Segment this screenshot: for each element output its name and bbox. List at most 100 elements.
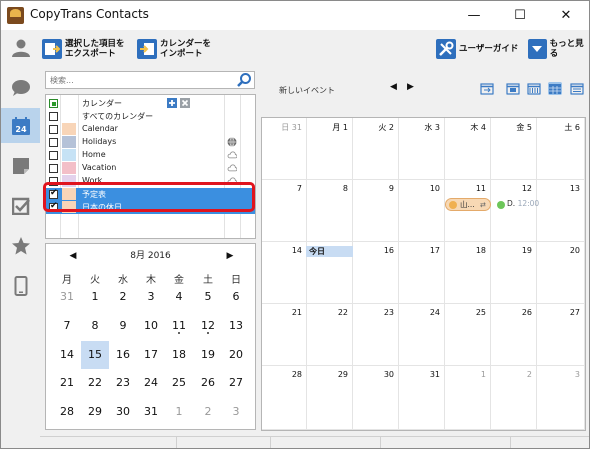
month-day-cell[interactable]: 18 bbox=[445, 242, 491, 304]
month-day-cell[interactable]: 月 1 bbox=[307, 118, 353, 180]
mini-day[interactable]: 20 bbox=[222, 341, 250, 369]
mini-day[interactable]: 30 bbox=[109, 398, 137, 426]
month-day-cell[interactable]: 11 bbox=[445, 180, 491, 242]
mini-day[interactable]: 17 bbox=[137, 341, 165, 369]
mini-day[interactable]: 3 bbox=[222, 398, 250, 426]
day-view-icon[interactable] bbox=[506, 82, 520, 95]
mini-day[interactable]: 12 bbox=[194, 312, 222, 340]
add-calendar-icon[interactable] bbox=[167, 98, 177, 108]
nav-notes[interactable] bbox=[1, 148, 40, 183]
import-button[interactable]: カレンダーを インポート bbox=[137, 34, 211, 64]
calendar-checkbox[interactable] bbox=[49, 125, 58, 134]
new-event-button[interactable]: 新しいイベント bbox=[279, 85, 335, 96]
nav-tasks[interactable] bbox=[1, 188, 40, 223]
month-day-cell[interactable]: 10 bbox=[399, 180, 445, 242]
delete-calendar-icon[interactable] bbox=[180, 98, 190, 108]
month-day-cell[interactable]: 22 bbox=[307, 304, 353, 366]
mini-day[interactable]: 28 bbox=[53, 398, 81, 426]
nav-contacts[interactable] bbox=[1, 30, 40, 65]
mini-day[interactable]: 26 bbox=[194, 369, 222, 397]
mini-day[interactable]: 31 bbox=[53, 283, 81, 311]
mini-day[interactable]: 31 bbox=[137, 398, 165, 426]
user-guide-button[interactable]: ユーザーガイド bbox=[436, 34, 518, 64]
mini-day[interactable]: 7 bbox=[53, 312, 81, 340]
mini-day[interactable]: 13 bbox=[222, 312, 250, 340]
mini-day[interactable]: 23 bbox=[109, 369, 137, 397]
mini-day[interactable]: 15 bbox=[81, 341, 109, 369]
week-view-icon[interactable] bbox=[527, 82, 541, 95]
month-prev-button[interactable]: ◀ bbox=[390, 82, 397, 92]
more-button[interactable]: もっと見る bbox=[528, 34, 589, 64]
mini-day[interactable]: 19 bbox=[194, 341, 222, 369]
mini-day[interactable]: 6 bbox=[222, 283, 250, 311]
month-day-cell[interactable]: 30 bbox=[353, 366, 399, 430]
month-day-cell[interactable]: 3 bbox=[537, 366, 585, 430]
month-next-button[interactable]: ▶ bbox=[407, 82, 414, 92]
month-day-cell[interactable]: 12 bbox=[491, 180, 537, 242]
mini-day[interactable]: 2 bbox=[194, 398, 222, 426]
mini-day[interactable]: 22 bbox=[81, 369, 109, 397]
nav-messages[interactable] bbox=[1, 70, 40, 105]
mini-day[interactable]: 21 bbox=[53, 369, 81, 397]
month-day-cell[interactable]: 土 6 bbox=[537, 118, 585, 180]
nav-favorites[interactable] bbox=[1, 228, 40, 263]
month-day-cell[interactable]: 28 bbox=[262, 366, 307, 430]
month-day-cell[interactable]: 19 bbox=[491, 242, 537, 304]
month-day-cell[interactable]: 20 bbox=[537, 242, 585, 304]
calendar-row[interactable]: Home bbox=[46, 149, 255, 162]
close-button[interactable]: ✕ bbox=[543, 1, 589, 30]
month-day-cell[interactable]: 日 31 bbox=[262, 118, 307, 180]
nav-calendar[interactable]: 24 bbox=[1, 108, 40, 143]
calendar-row[interactable]: Vacation bbox=[46, 162, 255, 175]
month-day-cell[interactable]: 金 5 bbox=[491, 118, 537, 180]
month-day-cell[interactable]: 火 2 bbox=[353, 118, 399, 180]
mini-day[interactable]: 9 bbox=[109, 312, 137, 340]
calendar-row[interactable]: Calendar bbox=[46, 123, 255, 136]
month-day-cell[interactable]: 7 bbox=[262, 180, 307, 242]
mini-day[interactable]: 3 bbox=[137, 283, 165, 311]
mini-day[interactable]: 5 bbox=[194, 283, 222, 311]
search-input[interactable] bbox=[50, 74, 230, 86]
month-day-cell[interactable]: 9 bbox=[353, 180, 399, 242]
nav-device[interactable] bbox=[1, 268, 40, 303]
month-day-cell[interactable]: 17 bbox=[399, 242, 445, 304]
month-day-cell[interactable]: 2 bbox=[491, 366, 537, 430]
mini-day[interactable]: 14 bbox=[53, 341, 81, 369]
month-day-cell[interactable]: 24 bbox=[399, 304, 445, 366]
calendar-row[interactable]: Holidays bbox=[46, 136, 255, 149]
search-icon[interactable] bbox=[236, 72, 252, 88]
month-day-cell[interactable]: 31 bbox=[399, 366, 445, 430]
mini-day[interactable]: 11 bbox=[165, 312, 193, 340]
month-day-cell[interactable]: 16 bbox=[353, 242, 399, 304]
month-day-cell[interactable]: 1 bbox=[445, 366, 491, 430]
mini-day[interactable]: 1 bbox=[81, 283, 109, 311]
header-checkbox[interactable] bbox=[49, 99, 58, 108]
month-day-cell[interactable]: 水 3 bbox=[399, 118, 445, 180]
list-view-icon[interactable] bbox=[570, 82, 584, 95]
month-day-cell[interactable]: 23 bbox=[353, 304, 399, 366]
mini-day[interactable]: 29 bbox=[81, 398, 109, 426]
all-calendars-checkbox[interactable] bbox=[49, 112, 58, 121]
export-button[interactable]: 選択した項目を エクスポート bbox=[42, 34, 125, 64]
mini-day[interactable]: 10 bbox=[137, 312, 165, 340]
month-day-cell[interactable]: 25 bbox=[445, 304, 491, 366]
mini-day[interactable]: 4 bbox=[165, 283, 193, 311]
mini-day[interactable]: 1 bbox=[165, 398, 193, 426]
calendar-checkbox[interactable] bbox=[49, 138, 58, 147]
month-day-cell[interactable]: 29 bbox=[307, 366, 353, 430]
month-view-icon[interactable] bbox=[548, 82, 562, 95]
calendar-row-all[interactable]: すべてのカレンダー bbox=[46, 110, 255, 123]
month-day-cell[interactable]: 14 bbox=[262, 242, 307, 304]
mini-day[interactable]: 16 bbox=[109, 341, 137, 369]
mini-next-button[interactable]: ▶ bbox=[223, 248, 237, 264]
today-view-icon[interactable] bbox=[480, 82, 494, 95]
month-day-cell[interactable]: 8 bbox=[307, 180, 353, 242]
mini-day[interactable]: 2 bbox=[109, 283, 137, 311]
mini-day[interactable]: 18 bbox=[165, 341, 193, 369]
calendar-checkbox[interactable] bbox=[49, 151, 58, 160]
calendar-checkbox[interactable] bbox=[49, 164, 58, 173]
mini-day[interactable]: 25 bbox=[165, 369, 193, 397]
month-day-cell[interactable]: 木 4 bbox=[445, 118, 491, 180]
month-day-cell[interactable]: 13 bbox=[537, 180, 585, 242]
mini-day[interactable]: 27 bbox=[222, 369, 250, 397]
